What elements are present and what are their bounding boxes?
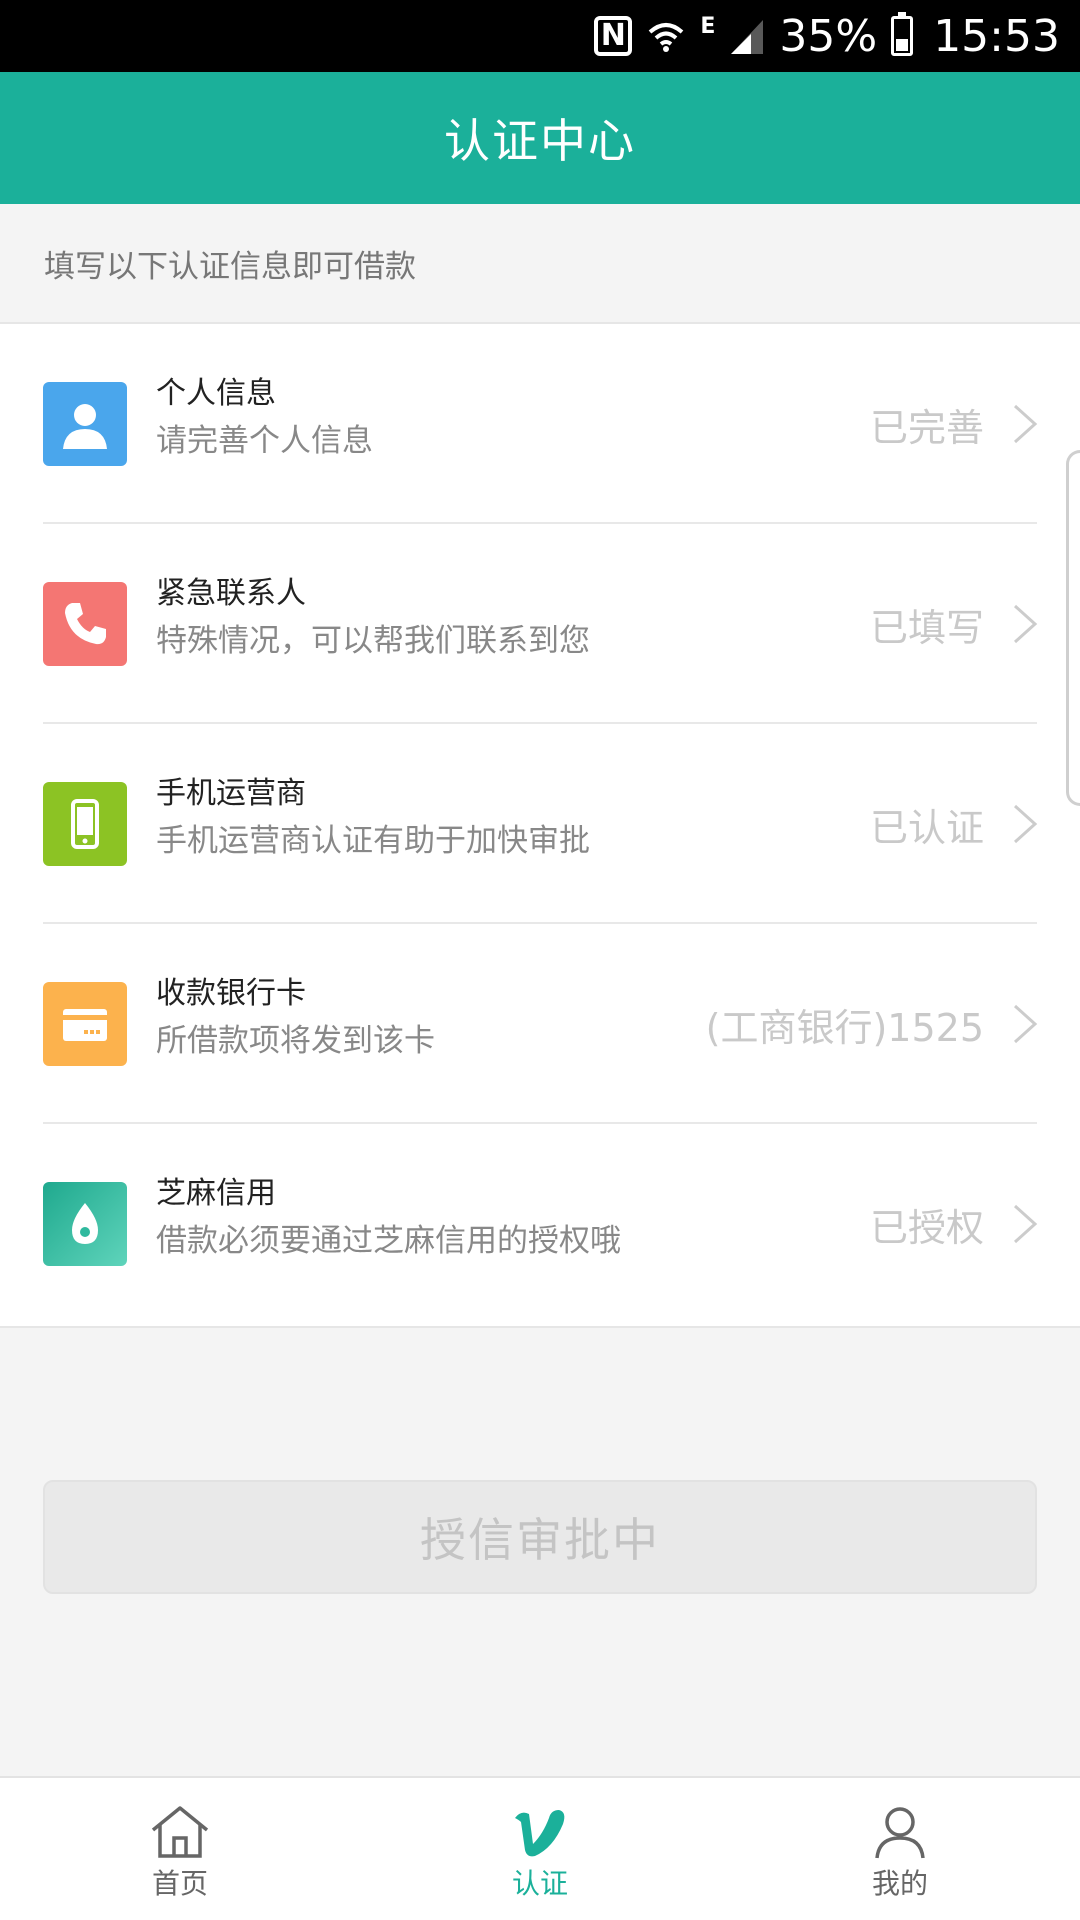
nav-profile[interactable]: 我的 [830,1804,970,1902]
nav-label: 我的 [871,1867,928,1900]
network-type-label: E [700,14,716,39]
list-item-sesame-credit[interactable]: 芝麻信用 借款必须要通过芝麻信用的授权哦 已授权 [0,1124,1080,1324]
mobile-icon [43,782,127,866]
list-item-bank-card[interactable]: 收款银行卡 所借款项将发到该卡 (工商银行)1525 [0,924,1080,1124]
phone-icon [43,582,127,666]
home-icon [151,1806,209,1858]
nav-home[interactable]: 首页 [110,1804,250,1902]
item-subtitle: 手机运营商认证有助于加快审批 [156,823,590,859]
item-status: 已授权 [869,1205,984,1250]
edge-panel-handle[interactable] [1066,450,1080,806]
battery-icon [891,12,914,56]
verification-list: 个人信息 请完善个人信息 已完善 紧急联系人 特殊情况，可以帮我们联系到您 已填… [0,324,1080,1328]
nav-verify[interactable]: 认证 [470,1804,610,1902]
list-item-emergency-contact[interactable]: 紧急联系人 特殊情况，可以帮我们联系到您 已填写 [0,524,1080,724]
item-status: (工商银行)1525 [705,1005,984,1050]
item-status: 已完善 [869,405,984,450]
person-icon [43,382,127,466]
nav-label: 认证 [511,1867,568,1900]
list-item-mobile-carrier[interactable]: 手机运营商 手机运营商认证有助于加快审批 已认证 [0,724,1080,924]
list-item-personal-info[interactable]: 个人信息 请完善个人信息 已完善 [0,324,1080,524]
item-title: 个人信息 [156,376,276,411]
item-subtitle: 请完善个人信息 [156,423,373,459]
item-subtitle: 所借款项将发到该卡 [156,1023,435,1059]
nfc-icon: N [594,16,633,56]
screen: N E 35% 15:53 认证中心 填写以下认证信息即可借款 个人信息 请完善… [0,0,1080,1920]
chevron-right-icon [1013,1204,1038,1244]
item-title: 芝麻信用 [156,1176,276,1211]
signal-icon [729,16,765,56]
item-status: 已填写 [869,605,984,650]
bottom-nav: 首页 认证 我的 [0,1776,1080,1920]
item-subtitle: 借款必须要通过芝麻信用的授权哦 [156,1223,621,1259]
item-title: 紧急联系人 [156,576,306,611]
nav-label: 首页 [151,1867,208,1900]
hint-text: 填写以下认证信息即可借款 [0,204,1080,324]
bank-card-icon [43,982,127,1066]
chevron-right-icon [1013,404,1038,444]
sesame-credit-icon [43,1182,127,1266]
item-title: 收款银行卡 [156,976,306,1011]
status-bar: N E 35% 15:53 [0,0,1080,72]
app-bar: 认证中心 [0,72,1080,204]
clock: 15:53 [933,10,1060,62]
verify-icon [515,1810,565,1857]
item-status: 已认证 [869,805,984,850]
chevron-right-icon [1013,804,1038,844]
battery-percent: 35% [779,10,878,62]
chevron-right-icon [1013,1004,1038,1044]
wifi-icon [646,16,686,56]
chevron-right-icon [1013,604,1038,644]
approval-button[interactable]: 授信审批中 [43,1480,1037,1594]
item-title: 手机运营商 [156,776,306,811]
page-title: 认证中心 [444,114,636,168]
profile-icon [875,1807,925,1859]
item-subtitle: 特殊情况，可以帮我们联系到您 [156,623,590,659]
